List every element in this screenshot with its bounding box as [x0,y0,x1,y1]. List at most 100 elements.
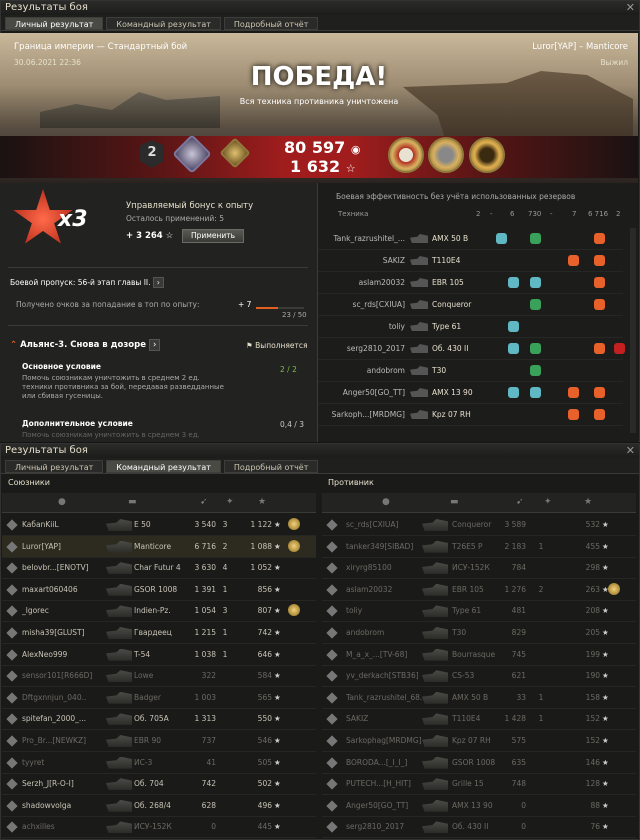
table-row[interactable]: yv_derkach[STB36] CS-53 621 190 ★ [322,665,636,688]
bonus-value: + 3 264 ☆ [126,231,173,241]
xp-column-icon[interactable]: ★ [258,497,266,507]
medal-icon [288,518,300,530]
player-rank-icon [6,540,18,553]
tab-detailed-report[interactable]: Подробный отчёт [223,17,319,30]
battle-pass-points-value: + 7 [238,300,252,309]
damage-icon[interactable] [594,343,605,354]
spotting-icon[interactable] [508,343,519,354]
chevron-right-icon[interactable]: › [152,277,164,288]
damage-column-icon[interactable]: ➹ [516,497,524,507]
table-row[interactable]: toliy Type 61 481 208 ★ [322,600,636,623]
assist-icon[interactable] [530,365,541,376]
table-row[interactable]: shadowvolga Об. 268/4 628 496 ★ [2,795,316,817]
table-row[interactable]: Tank_razrushitel_68.. AMX 50 B 33 1 158 ★ [322,687,636,709]
efficiency-player-name: Sarkoph...[MRDMG] [331,410,405,419]
damage-icon[interactable] [594,409,605,420]
table-row[interactable]: xiryrg85100 ИСУ-152К 784 298 ★ [322,557,636,580]
efficiency-player-name: SAKIZ [382,256,405,265]
damage-icon[interactable] [568,387,579,398]
spotting-icon[interactable] [530,387,541,398]
close-icon[interactable]: ✕ [626,444,635,457]
assist-icon[interactable] [530,299,541,310]
vehicle-column-icon[interactable]: ▬ [450,497,459,507]
damage-value: 784 [511,563,526,573]
table-row[interactable]: SAKIZ T110E4 1 428 1 152 ★ [322,708,636,731]
tab-personal-result[interactable]: Личный результат [5,17,104,30]
damage-icon[interactable] [594,299,605,310]
table-row[interactable]: aslam20032 EBR 105 1 276 2 263 ★ [322,579,636,601]
damage-icon[interactable] [594,255,605,266]
table-row[interactable]: maxart060406 GSOR 1008 1 391 1 856 ★ [2,579,316,601]
tab-personal-result[interactable]: Личный результат [5,460,104,473]
xp-value: 445 [257,822,272,832]
chevron-up-icon[interactable]: ⌃ [10,340,17,350]
damage-icon[interactable] [594,233,605,244]
assist-icon[interactable] [530,233,541,244]
kills-column-icon[interactable]: ✦ [544,497,552,507]
enemy-vehicle-icon [410,322,428,331]
table-row[interactable]: PUTECH...[H_HIT] Grille 15 748 128 ★ [322,773,636,796]
table-row[interactable]: tyyret ИС-3 41 505 ★ [2,752,316,774]
table-row[interactable]: serg2810_2017 Об. 430 II 0 76 ★ [322,816,636,839]
table-row[interactable]: Serzh_J[R-O-I] Об. 704 742 502 ★ [2,773,316,796]
great-wall-illustration [40,92,220,128]
table-row[interactable]: _lgorec Indien-Pz. 1 054 3 807 ★ [2,600,316,623]
xp-star-icon: ☆ [165,231,174,241]
table-row[interactable]: tanker349[SIBAD] T26E5 P 2 183 1 455 ★ [322,536,636,558]
xp-star-icon: ★ [602,736,609,745]
table-row[interactable]: BORODA...[_I_I_] GSOR 1008 635 146 ★ [322,752,636,774]
damage-column-icon[interactable]: ➹ [200,497,208,507]
spotting-icon[interactable] [508,321,519,332]
player-column-icon[interactable]: ● [382,497,390,507]
table-row[interactable]: Luror[YAP] Manticore 6 716 2 1 088 ★ [2,535,316,558]
spotting-icon[interactable] [508,387,519,398]
damage-value: 0 [521,800,526,810]
operation-status-text: Выполняется [255,341,308,350]
table-row[interactable]: Anger50[GO_TT] AMX 13 90 0 88 ★ [322,795,636,817]
damage-icon[interactable] [594,277,605,288]
table-row[interactable]: sensor101[R666D] Lowe 322 584 ★ [2,665,316,688]
xp-value: 1 632 [290,157,341,176]
assist-icon[interactable] [530,343,541,354]
battle-pass-title-text: Боевой пропуск: 56-й этап главы II. [10,278,151,287]
tab-detailed-report[interactable]: Подробный отчёт [223,460,319,473]
vehicle-name: Indien-Pz. [134,606,171,616]
damage-icon[interactable] [594,387,605,398]
player-name: belovbr...[ENOTV] [22,563,89,573]
table-row[interactable]: belovbr...[ENOTV] Char Futur 4 3 630 4 1 052… [2,557,316,580]
table-row[interactable]: sc_rds[CXIUA] Conqueror 3 589 532 ★ [322,514,636,536]
spotting-icon[interactable] [530,277,541,288]
close-icon[interactable]: ✕ [626,1,635,14]
scrollbar[interactable] [630,228,636,433]
kills-column-icon[interactable]: ✦ [226,497,234,507]
table-row[interactable]: Pro_Br...[NEWKZ] EBR 90 737 546 ★ [2,730,316,752]
vehicle-name: GSOR 1008 [452,757,496,767]
xp-column-icon[interactable]: ★ [584,497,592,507]
damage-icon[interactable] [568,409,579,420]
player-rank-icon [6,584,18,596]
spotting-icon[interactable] [508,277,519,288]
table-row[interactable]: spitefan_2000_... Об. 705А 1 313 550 ★ [2,708,316,731]
table-row[interactable]: andobrom T30 829 205 ★ [322,622,636,644]
table-row[interactable]: misha39[GLUST] Гвардеец 1 215 1 742 ★ [2,622,316,644]
table-row[interactable]: Sarkophag[MRDMG] Kpz 07 RH 575 152 ★ [322,730,636,752]
damage-icon[interactable] [568,255,579,266]
apply-button[interactable]: Применить [182,229,244,243]
kills-value: 1 [538,714,544,724]
tab-team-result[interactable]: Командный результат [106,460,221,473]
battle-result-subtitle: Вся техника противника уничтожена [239,97,399,106]
kills-value: 4 [222,563,228,573]
table-row[interactable]: AlexNeo999 T-54 1 038 1 646 ★ [2,644,316,666]
tab-team-result[interactable]: Командный результат [106,17,221,30]
vehicle-icon [106,735,132,747]
table-row[interactable]: achxilles ИСУ-152К 0 445 ★ [2,816,316,839]
table-row[interactable]: KaбanKiiL E 50 3 540 3 1 122 ★ [2,514,316,536]
vehicle-column-icon[interactable]: ▬ [128,497,137,507]
chevron-right-icon[interactable]: › [148,339,161,351]
player-column-icon[interactable]: ● [58,497,66,507]
table-row[interactable]: M_a_x_...[TV-68] Bourrasque 745 199 ★ [322,644,636,666]
xp-value: 76 [590,822,600,832]
spotting-icon[interactable] [496,233,507,244]
kill-icon[interactable] [614,343,625,354]
table-row[interactable]: Dftgxnnjun_040.. Badger 1 003 565 ★ [2,687,316,709]
